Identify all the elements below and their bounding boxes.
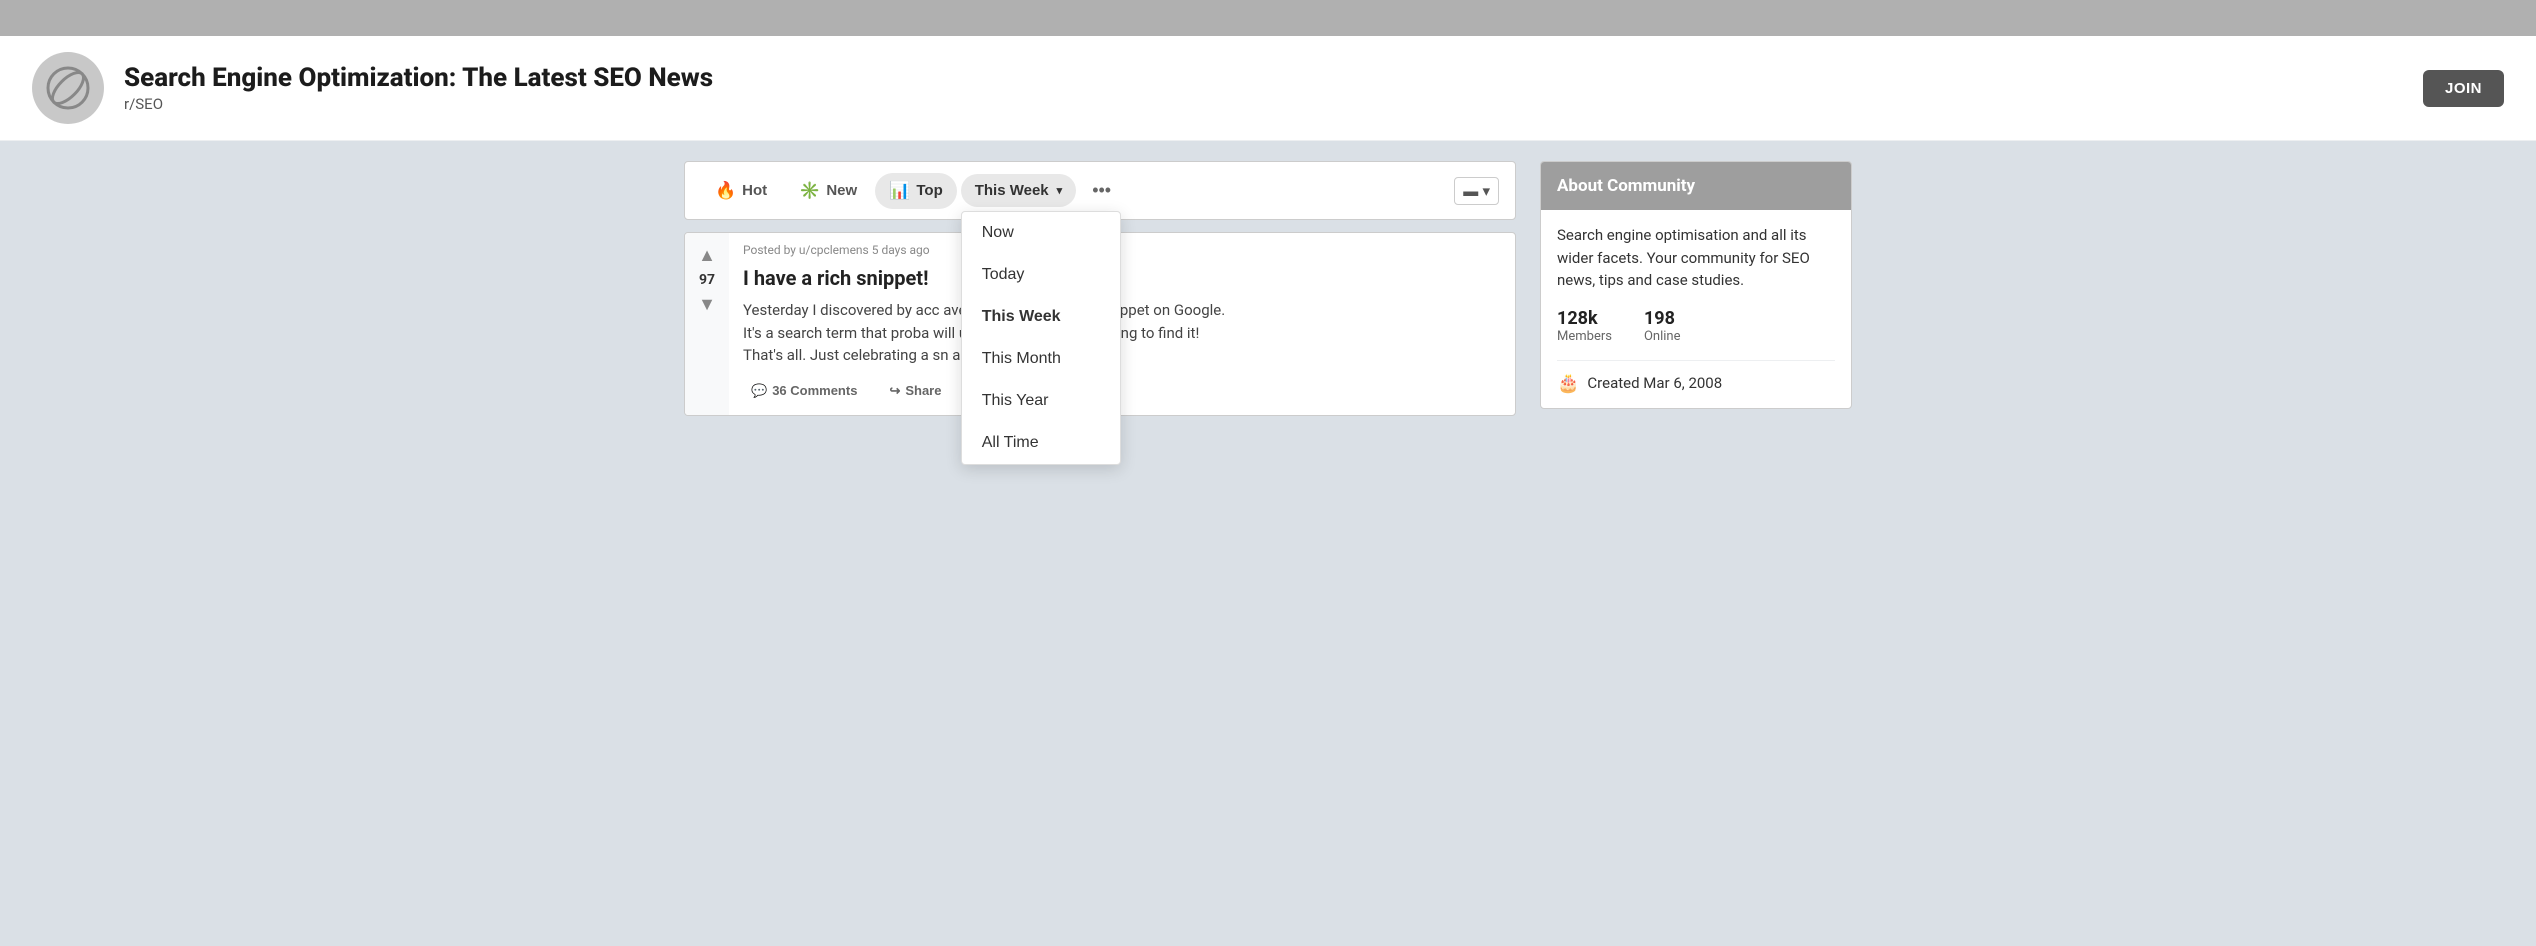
hot-label: Hot xyxy=(742,182,767,199)
new-icon: ✳️ xyxy=(799,181,820,201)
chevron-down-icon: ▾ xyxy=(1057,184,1063,197)
vote-column: ▲ 97 ▼ xyxy=(685,233,729,415)
filter-this-year[interactable]: This Year xyxy=(962,380,1120,422)
post-body: Yesterday I discovered by acc ave finall… xyxy=(743,299,1501,367)
more-options-button[interactable]: ••• xyxy=(1080,172,1123,209)
created-date: Created Mar 6, 2008 xyxy=(1587,374,1722,392)
time-filter-menu: Now Today This Week This Month This Year… xyxy=(961,211,1121,465)
upvote-button[interactable]: ▲ xyxy=(696,243,718,268)
members-stat: 128k Members xyxy=(1557,308,1612,344)
post-body-line3: That's all. Just celebrating a sn aha xyxy=(743,346,977,364)
community-body: Search engine optimisation and all its w… xyxy=(1541,210,1851,408)
filter-this-week[interactable]: This Week xyxy=(962,296,1120,338)
share-button[interactable]: ↪ Share xyxy=(881,377,949,405)
view-toggle-icon: ▬ ▾ xyxy=(1463,182,1490,200)
comments-button[interactable]: 💬 36 Comments xyxy=(743,377,865,405)
share-label: Share xyxy=(905,383,941,398)
community-created: 🎂 Created Mar 6, 2008 xyxy=(1557,360,1835,394)
post-content: Posted by u/cpclemens 5 days ago I have … xyxy=(729,233,1515,415)
filter-all-time[interactable]: All Time xyxy=(962,422,1120,464)
cake-icon: 🎂 xyxy=(1557,373,1579,394)
share-icon: ↪ xyxy=(889,383,900,399)
filter-now[interactable]: Now xyxy=(962,212,1120,254)
time-filter-label: This Week xyxy=(975,182,1049,199)
online-count: 198 xyxy=(1644,308,1681,329)
join-button[interactable]: JOIN xyxy=(2423,70,2504,107)
new-label: New xyxy=(826,182,857,199)
sort-bar: 🔥 Hot ✳️ New 📊 Top This Week ▾ Now Today xyxy=(684,161,1516,220)
community-header: About Community xyxy=(1541,162,1851,210)
subreddit-info: Search Engine Optimization: The Latest S… xyxy=(124,63,2403,113)
view-toggle-button[interactable]: ▬ ▾ xyxy=(1454,177,1499,205)
new-sort-button[interactable]: ✳️ New xyxy=(785,173,871,209)
time-filter-dropdown-container: This Week ▾ Now Today This Week This Mon… xyxy=(961,174,1076,207)
main-layout: 🔥 Hot ✳️ New 📊 Top This Week ▾ Now Today xyxy=(668,161,1868,416)
comments-label: 36 Comments xyxy=(772,383,857,398)
online-label: Online xyxy=(1644,329,1681,344)
online-stat: 198 Online xyxy=(1644,308,1681,344)
top-bar xyxy=(0,0,2536,36)
sidebar: About Community Search engine optimisati… xyxy=(1540,161,1852,416)
about-community-title: About Community xyxy=(1557,176,1835,196)
filter-today[interactable]: Today xyxy=(962,254,1120,296)
subreddit-name: r/SEO xyxy=(124,95,2403,113)
members-count: 128k xyxy=(1557,308,1612,329)
comments-icon: 💬 xyxy=(751,383,767,399)
post-actions: 💬 36 Comments ↪ Share 🔖 Save xyxy=(743,377,1501,405)
top-label: Top xyxy=(916,182,942,199)
post-title[interactable]: I have a rich snippet! xyxy=(743,265,1501,291)
community-card: About Community Search engine optimisati… xyxy=(1540,161,1852,409)
community-description: Search engine optimisation and all its w… xyxy=(1557,224,1835,292)
post-meta: Posted by u/cpclemens 5 days ago xyxy=(743,243,1501,257)
downvote-button[interactable]: ▼ xyxy=(696,292,718,317)
members-label: Members xyxy=(1557,329,1612,344)
subreddit-icon xyxy=(32,52,104,124)
hot-sort-button[interactable]: 🔥 Hot xyxy=(701,173,781,209)
feed-column: 🔥 Hot ✳️ New 📊 Top This Week ▾ Now Today xyxy=(684,161,1516,416)
filter-this-month[interactable]: This Month xyxy=(962,338,1120,380)
hot-icon: 🔥 xyxy=(715,181,736,201)
top-sort-button[interactable]: 📊 Top xyxy=(875,173,957,209)
time-filter-button[interactable]: This Week ▾ xyxy=(961,174,1076,207)
top-icon: 📊 xyxy=(889,181,910,201)
subreddit-title: Search Engine Optimization: The Latest S… xyxy=(124,63,2403,93)
vote-count: 97 xyxy=(699,272,715,288)
subreddit-header: Search Engine Optimization: The Latest S… xyxy=(0,36,2536,141)
community-stats: 128k Members 198 Online xyxy=(1557,308,1835,344)
